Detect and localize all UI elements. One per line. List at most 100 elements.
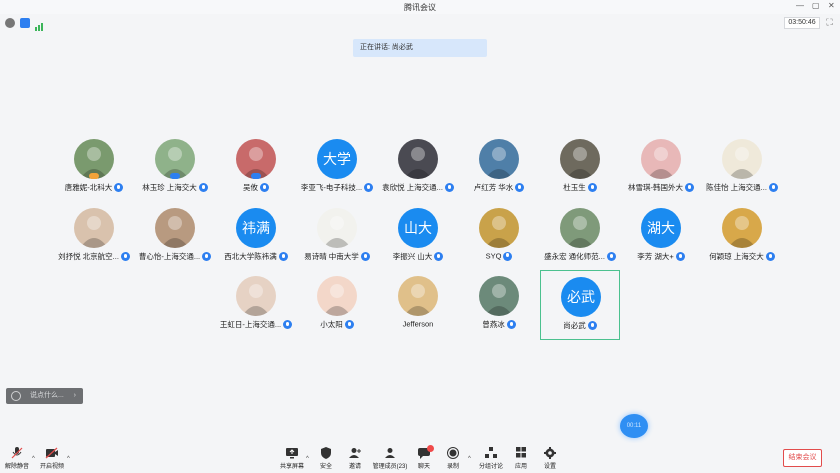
mic-icon	[675, 252, 685, 261]
participant-name: 陈佳怡 上海交通...	[706, 183, 767, 192]
emoji-icon[interactable]	[11, 391, 21, 401]
participant-name: 唐雅妮-北科大	[64, 183, 113, 192]
record-icon	[447, 447, 459, 459]
participant-tile[interactable]: 刘抒悦 北京航空...	[54, 202, 134, 272]
participant-tile[interactable]: 曹心怡-上海交通...	[135, 202, 215, 272]
participant-label: 陈佳怡 上海交通...	[702, 182, 782, 194]
participant-name: 杜玉生	[563, 183, 586, 192]
participant-tile[interactable]: 盛永宏 通化师范...	[540, 202, 620, 272]
maximize-button[interactable]: ▢	[812, 1, 820, 10]
close-button[interactable]: ✕	[828, 1, 835, 10]
participant-tile[interactable]: SYQ	[459, 202, 539, 272]
share-label: 共享屏幕	[279, 464, 304, 470]
avatar	[398, 139, 438, 179]
meeting-timer: 03:50:46	[784, 17, 820, 29]
avatar	[722, 139, 762, 179]
participant-name: 林雪琪-韩国外大	[628, 183, 683, 192]
security-button[interactable]: 安全	[318, 447, 334, 473]
invite-button[interactable]: 邀请	[346, 447, 364, 473]
breakout-icon	[485, 447, 497, 458]
participant-tile[interactable]: 卢红芳 华水	[459, 133, 539, 203]
participant-label: 西北大学陈祎满	[216, 251, 296, 263]
end-meeting-button[interactable]: 结束会议	[783, 449, 822, 467]
unmute-button[interactable]: 解除静音	[4, 447, 30, 473]
manage-members-button[interactable]: 管理成员(23)	[372, 447, 408, 473]
participant-name: 李振兴 山大	[392, 252, 433, 261]
participant-tile[interactable]: 山大李振兴 山大	[378, 202, 458, 272]
signal-icon[interactable]	[35, 18, 45, 31]
fullscreen-icon[interactable]: ⛶	[824, 17, 835, 28]
participant-label: 刘抒悦 北京航空...	[54, 251, 134, 263]
chat-expand-icon[interactable]: ›	[74, 388, 76, 404]
record-label: 录制	[446, 464, 459, 470]
mic-icon	[344, 320, 354, 329]
avatar	[479, 139, 519, 179]
avatar	[398, 276, 438, 316]
participant-label: 袁欣悦 上海交通...	[378, 182, 458, 194]
participant-tile[interactable]: 林玉珍 上海交大	[135, 133, 215, 203]
record-button[interactable]: 录制	[445, 447, 461, 473]
share-screen-button[interactable]: 共享屏幕	[279, 447, 305, 473]
members-label: 管理成员(23)	[372, 464, 408, 470]
window-title: 腾讯会议	[404, 3, 436, 12]
video-options-caret[interactable]: ^	[67, 456, 70, 462]
participant-name: 西北大学陈祎满	[224, 252, 277, 261]
add-user-icon	[349, 448, 361, 458]
participant-label: 李芳 湖大+	[621, 251, 701, 263]
participant-tile[interactable]: 吴攸	[216, 133, 296, 203]
mic-icon	[198, 183, 208, 192]
participant-tile[interactable]: 曾燕冰	[459, 270, 539, 340]
mic-icon	[114, 183, 124, 192]
breakout-rooms-button[interactable]: 分组讨论	[478, 447, 504, 473]
participant-name: 盛永宏 通化师范...	[544, 252, 605, 261]
audio-options-caret[interactable]: ^	[32, 456, 35, 462]
participant-tile[interactable]: 杜玉生	[540, 133, 620, 203]
participant-name: 易诗晴 中南大学	[304, 252, 359, 261]
host-badge	[89, 173, 99, 179]
share-screen-icon	[286, 448, 298, 459]
avatar	[155, 208, 195, 248]
participant-label: 林雪琪-韩国外大	[621, 182, 701, 194]
participant-tile[interactable]: 唐雅妮-北科大	[54, 133, 134, 203]
participant-tile[interactable]: 陈佳怡 上海交通...	[702, 133, 782, 203]
chat-button[interactable]: 聊天	[416, 445, 434, 473]
floating-widget[interactable]: 00:11	[620, 414, 648, 438]
apps-button[interactable]: 应用	[513, 447, 529, 473]
settings-label: 设置	[543, 464, 556, 470]
participant-tile[interactable]: 大学 李亚飞-电子科技...	[297, 133, 377, 203]
participant-label: 王虹日-上海交通...	[216, 319, 296, 331]
participant-name: 袁欣悦 上海交通...	[382, 183, 443, 192]
mic-off-icon	[11, 447, 23, 459]
participant-name: 尚必武	[563, 321, 586, 330]
participant-tile[interactable]: 小太阳	[297, 270, 377, 340]
participant-tile[interactable]: Jefferson	[378, 270, 458, 340]
participant-tile[interactable]: 必武 尚必武	[540, 270, 620, 340]
unmute-label: 解除静音	[4, 464, 29, 470]
speaking-indicator: 正在讲话: 尚必武	[353, 39, 487, 57]
security-label: 安全	[319, 464, 332, 470]
camera-off-icon	[45, 447, 58, 459]
minimize-button[interactable]: —	[796, 1, 804, 10]
record-options-caret[interactable]: ^	[468, 456, 471, 462]
participant-tile[interactable]: 何颖琼 上海交大	[702, 202, 782, 272]
participant-tile[interactable]: 祎满 西北大学陈祎满	[216, 202, 296, 272]
participant-label: 李亚飞-电子科技...	[297, 182, 377, 194]
shield-icon[interactable]	[20, 18, 30, 28]
chat-quick-input[interactable]: 说点什么... ›	[6, 388, 83, 404]
info-icon[interactable]	[5, 18, 15, 28]
settings-button[interactable]: 设置	[542, 447, 558, 473]
participant-tile[interactable]: 王虹日-上海交通...	[216, 270, 296, 340]
share-options-caret[interactable]: ^	[306, 456, 309, 462]
participant-label: 吴攸	[216, 182, 296, 194]
start-video-button[interactable]: 开启视频	[40, 447, 64, 473]
breakout-label: 分组讨论	[478, 464, 503, 470]
mic-icon	[685, 183, 694, 192]
participant-label: 何颖琼 上海交大	[702, 251, 782, 263]
avatar: 山大	[398, 208, 438, 248]
participant-tile[interactable]: 湖大 李芳 湖大+	[621, 202, 701, 272]
participant-tile[interactable]: 易诗晴 中南大学	[297, 202, 377, 272]
participant-tile[interactable]: 林雪琪-韩国外大	[621, 133, 701, 203]
apps-grid-icon	[516, 447, 526, 458]
participant-tile[interactable]: 袁欣悦 上海交通...	[378, 133, 458, 203]
avatar: 必武	[561, 277, 601, 317]
